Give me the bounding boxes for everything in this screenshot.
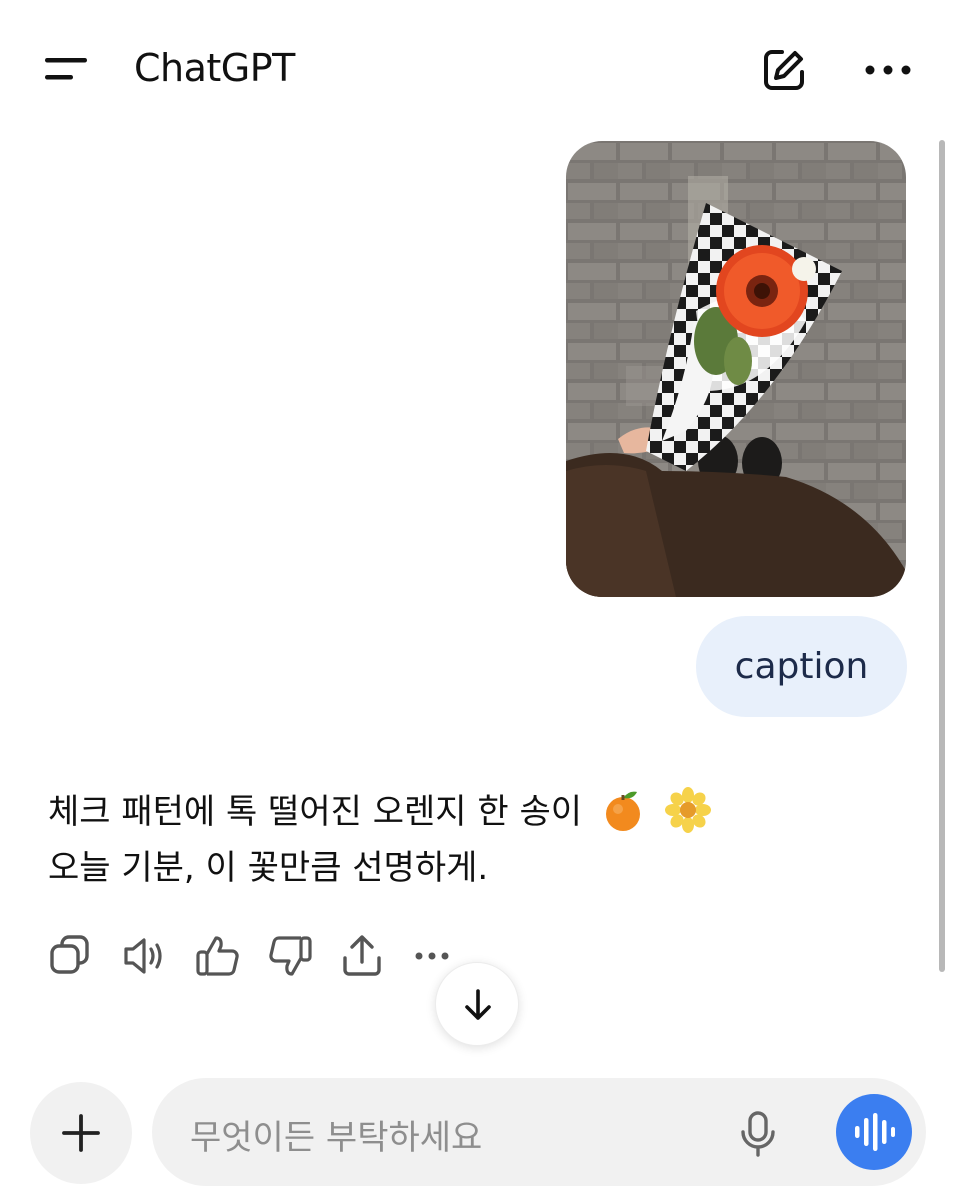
- blossom-emoji: [664, 786, 711, 833]
- tangerine-emoji: [605, 791, 640, 831]
- new-chat-icon: [764, 50, 804, 90]
- scroll-to-bottom-button[interactable]: [435, 962, 519, 1046]
- menu-icon: [45, 58, 87, 80]
- mic-icon: [741, 1111, 775, 1157]
- new-chat-button[interactable]: [758, 44, 810, 96]
- copy-icon: [50, 935, 89, 974]
- message-input[interactable]: 무엇이든 부탁하세요: [152, 1078, 926, 1186]
- user-photo[interactable]: [566, 141, 906, 597]
- user-message-bubble: caption: [696, 616, 907, 717]
- bouquet-photo: [566, 141, 906, 597]
- arrow-down-icon: [465, 989, 491, 1020]
- assistant-line-2: 오늘 기분, 이 꽃만큼 선명하게.: [48, 848, 489, 888]
- share-icon: [343, 935, 381, 976]
- voice-mode-button[interactable]: [836, 1094, 912, 1170]
- app-title: ChatGPT: [134, 46, 295, 90]
- plus-icon: [62, 1114, 100, 1152]
- read-aloud-icon: [124, 938, 162, 974]
- assistant-line-1: 체크 패턴에 톡 떨어진 오렌지 한 송이: [48, 784, 888, 840]
- assistant-message: 체크 패턴에 톡 떨어진 오렌지 한 송이 오늘 기분, 이 꽃만큼 선명하게.: [48, 784, 888, 896]
- dictate-button[interactable]: [736, 1110, 780, 1158]
- voice-waveform-icon: [855, 1113, 895, 1151]
- assistant-line-1-text: 체크 패턴에 톡 떨어진 오렌지 한 송이: [48, 792, 583, 832]
- chat-app: ChatGPT caption 체크 패턴에 톡 떨어진 오렌지 한 송이 오늘…: [0, 0, 955, 1200]
- thumbs-up-icon: [196, 936, 239, 976]
- scrollbar[interactable]: [939, 140, 945, 972]
- share-button[interactable]: [338, 932, 386, 980]
- more-options-button[interactable]: [862, 48, 914, 92]
- user-message-text: caption: [734, 646, 869, 687]
- header: ChatGPT: [0, 0, 955, 130]
- menu-button[interactable]: [40, 50, 92, 90]
- more-icon: [865, 65, 911, 75]
- input-placeholder: 무엇이든 부탁하세요: [190, 1118, 483, 1158]
- thumbs-up-button[interactable]: [194, 932, 242, 980]
- thumbs-down-icon: [269, 936, 312, 976]
- copy-button[interactable]: [48, 932, 96, 980]
- thumbs-down-button[interactable]: [266, 932, 314, 980]
- attach-button[interactable]: [30, 1082, 132, 1184]
- read-aloud-button[interactable]: [122, 932, 170, 980]
